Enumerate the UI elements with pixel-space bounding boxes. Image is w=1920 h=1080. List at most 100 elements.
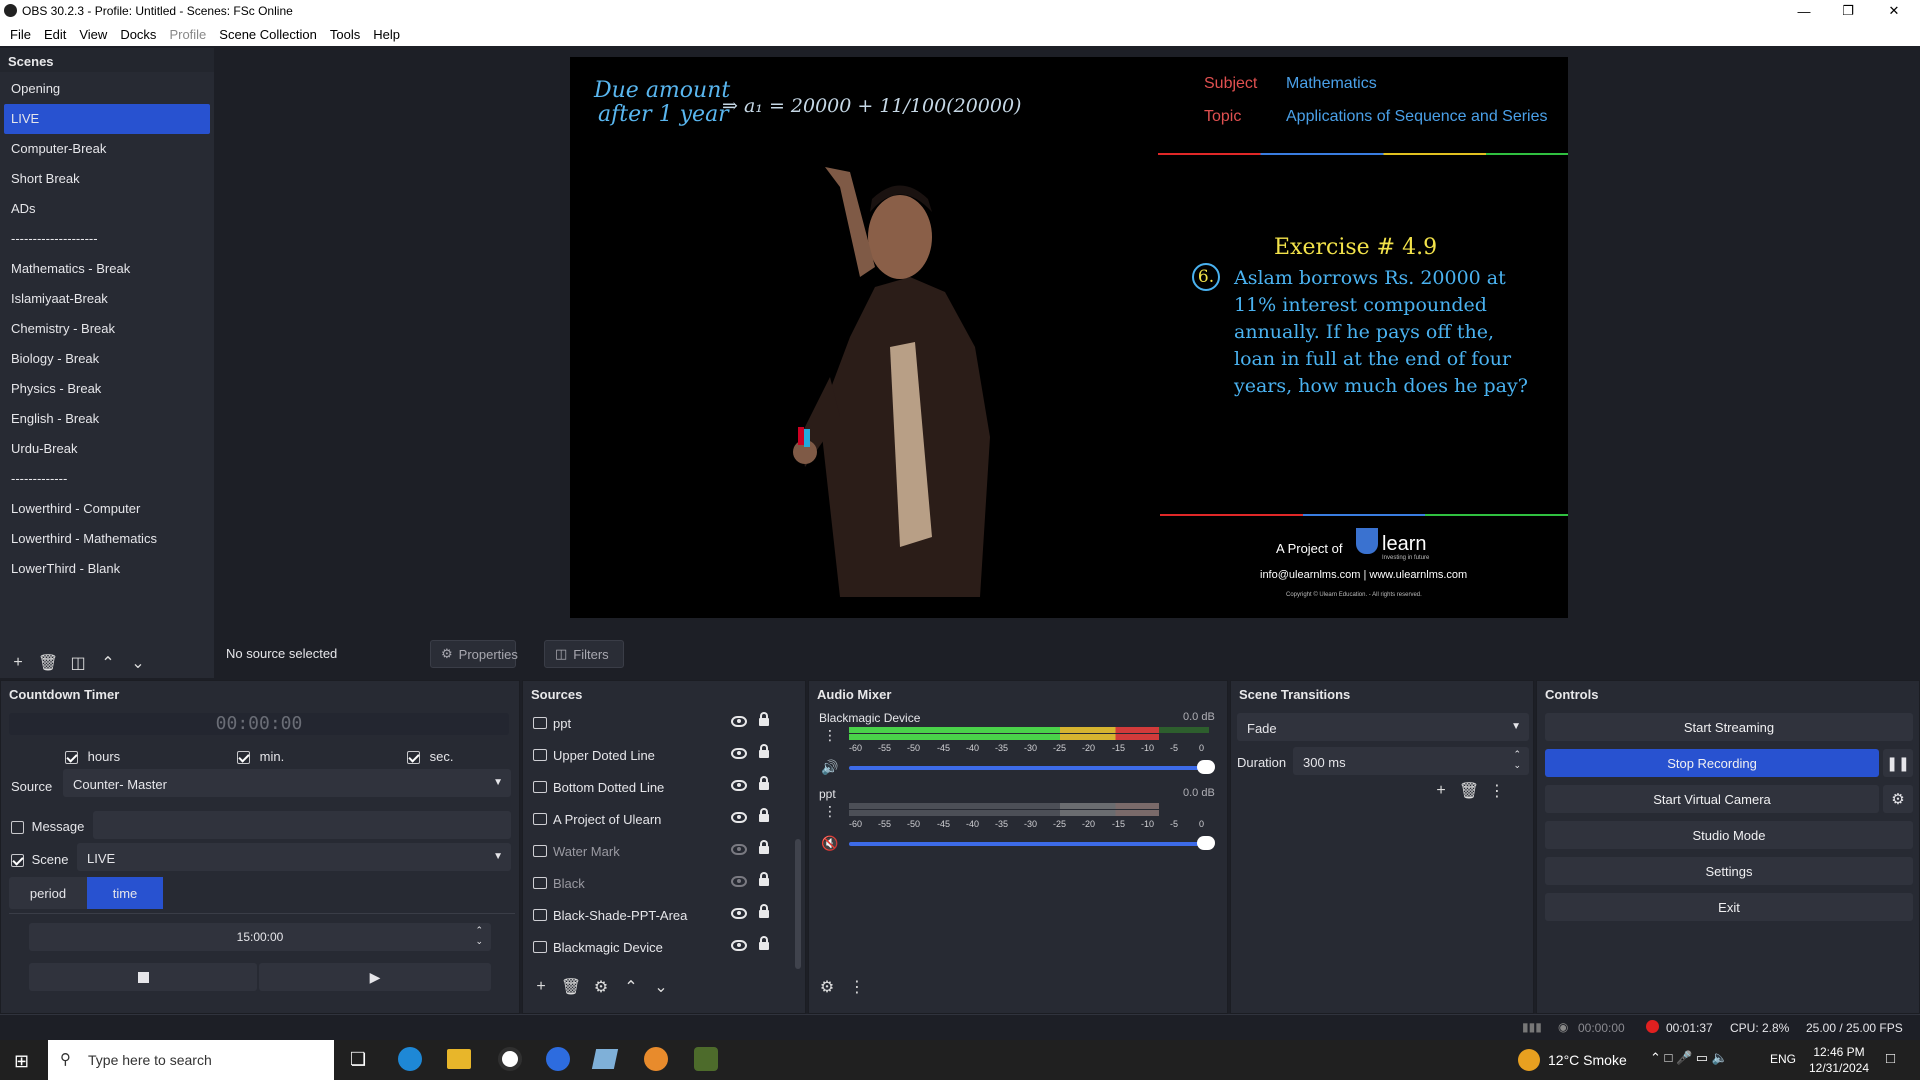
lock-icon[interactable] xyxy=(759,840,769,854)
source-properties-icon[interactable]: ⚙ xyxy=(591,977,611,997)
scene-item[interactable]: LowerThird - Blank xyxy=(0,554,214,584)
menu-file[interactable]: File xyxy=(10,27,40,42)
scene-item[interactable]: ADs xyxy=(0,194,214,224)
studio-mode-button[interactable]: Studio Mode xyxy=(1545,821,1913,849)
speaker-icon[interactable]: 🔊 xyxy=(821,759,838,776)
menu-view[interactable]: View xyxy=(79,27,116,42)
duration-spinbox[interactable]: 300 ms ⌃ ⌄ xyxy=(1293,747,1529,775)
eye-icon[interactable] xyxy=(731,812,747,823)
eye-hidden-icon[interactable] xyxy=(731,844,747,855)
scene-item[interactable]: Urdu-Break xyxy=(0,434,214,464)
clock[interactable]: 12:46 PM 12/31/2024 xyxy=(1804,1044,1874,1076)
eye-hidden-icon[interactable] xyxy=(731,876,747,887)
tab-time[interactable]: time xyxy=(87,877,163,909)
filters-button[interactable]: ◫ Filters xyxy=(544,640,624,668)
eye-icon[interactable] xyxy=(731,716,747,727)
remove-transition-icon[interactable]: 🗑 xyxy=(1459,781,1479,801)
menu-docks[interactable]: Docks xyxy=(120,27,165,42)
lock-icon[interactable] xyxy=(759,808,769,822)
scene-item[interactable]: Short Break xyxy=(0,164,214,194)
scene-item-selected[interactable]: LIVE xyxy=(4,104,210,134)
menu-help[interactable]: Help xyxy=(373,27,409,42)
scene-item[interactable]: Islamiyaat-Break xyxy=(0,284,214,314)
remove-source-icon[interactable]: 🗑 xyxy=(561,977,581,997)
close-icon[interactable]: ✕ xyxy=(1872,0,1916,22)
scene-item[interactable]: Computer-Break xyxy=(0,134,214,164)
scene-item[interactable]: Biology - Break xyxy=(0,344,214,374)
kebab-menu-icon[interactable]: ⋮ xyxy=(1487,781,1507,801)
notepad-icon[interactable] xyxy=(591,1049,619,1069)
source-item[interactable]: Black-Shade-PPT-Area xyxy=(523,899,805,931)
eye-icon[interactable] xyxy=(731,940,747,951)
language-indicator[interactable]: ENG xyxy=(1770,1052,1796,1066)
scene-filters-icon[interactable]: ◫ xyxy=(68,653,88,673)
menu-tools[interactable]: Tools xyxy=(330,27,369,42)
source-item[interactable]: Water Mark xyxy=(523,835,805,867)
source-item[interactable]: A Project of Ulearn xyxy=(523,803,805,835)
source-dropdown[interactable]: Counter- Master ▼ xyxy=(63,769,511,797)
notification-icon[interactable]: □ xyxy=(1886,1050,1895,1067)
move-up-icon[interactable]: ⌃ xyxy=(621,977,641,997)
scene-item[interactable]: -------------------- xyxy=(0,224,214,254)
lock-icon[interactable] xyxy=(759,904,769,918)
source-item[interactable]: ppt xyxy=(523,707,805,739)
eye-icon[interactable] xyxy=(731,748,747,759)
scene-item[interactable]: Lowerthird - Computer xyxy=(0,494,214,524)
vlc-icon[interactable] xyxy=(644,1047,668,1071)
scene-item[interactable]: Lowerthird - Mathematics xyxy=(0,524,214,554)
exit-button[interactable]: Exit xyxy=(1545,893,1913,921)
play-button[interactable]: ▶ xyxy=(259,963,491,991)
lock-icon[interactable] xyxy=(759,744,769,758)
add-transition-icon[interactable]: + xyxy=(1431,781,1451,801)
scene-item[interactable]: ------------- xyxy=(0,464,214,494)
kebab-menu-icon[interactable]: ⋮ xyxy=(823,727,837,744)
settings-button[interactable]: Settings xyxy=(1545,857,1913,885)
tab-period[interactable]: period xyxy=(9,877,87,909)
source-item[interactable]: Bottom Dotted Line xyxy=(523,771,805,803)
add-source-icon[interactable]: + xyxy=(531,977,551,997)
kebab-menu-icon[interactable]: ⋮ xyxy=(847,977,867,997)
hours-checkbox[interactable]: hours xyxy=(65,749,120,765)
app-icon[interactable] xyxy=(694,1047,718,1071)
lock-icon[interactable] xyxy=(759,872,769,886)
weather-text[interactable]: 12°C Smoke xyxy=(1548,1052,1627,1068)
move-up-icon[interactable]: ⌃ xyxy=(98,653,118,673)
time-spinbox[interactable]: 15:00:00 ⌃ ⌄ xyxy=(29,923,491,951)
scene-item[interactable]: Physics - Break xyxy=(0,374,214,404)
min-checkbox[interactable]: min. xyxy=(237,749,284,765)
advanced-audio-icon[interactable]: ⚙ xyxy=(817,977,837,997)
remove-scene-icon[interactable]: 🗑 xyxy=(38,653,58,673)
program-preview[interactable]: Due amount after 1 year ⇒ a₁ = 20000 + 1… xyxy=(570,57,1568,618)
start-streaming-button[interactable]: Start Streaming xyxy=(1545,713,1913,741)
scene-item[interactable]: Chemistry - Break xyxy=(0,314,214,344)
taskbar-search[interactable]: ⚲ Type here to search xyxy=(48,1040,334,1080)
message-input[interactable] xyxy=(93,811,511,839)
windows-start-icon[interactable]: ⊞ xyxy=(14,1051,29,1072)
menu-scene-collection[interactable]: Scene Collection xyxy=(219,27,326,42)
maximize-icon[interactable]: ❐ xyxy=(1826,0,1870,22)
eye-icon[interactable] xyxy=(731,780,747,791)
lock-icon[interactable] xyxy=(759,776,769,790)
source-item[interactable]: Blackmagic Device xyxy=(523,931,805,963)
kebab-menu-icon[interactable]: ⋮ xyxy=(823,803,837,820)
scene-item[interactable]: Mathematics - Break xyxy=(0,254,214,284)
sec-checkbox[interactable]: sec. xyxy=(407,749,453,765)
volume-slider[interactable] xyxy=(849,766,1205,770)
source-item[interactable]: Black xyxy=(523,867,805,899)
speaker-muted-icon[interactable]: 🔇 xyxy=(821,835,838,852)
file-explorer-icon[interactable] xyxy=(447,1049,471,1069)
volume-slider-handle[interactable] xyxy=(1197,836,1215,850)
pause-icon[interactable]: ❚❚ xyxy=(1883,749,1913,777)
eye-icon[interactable] xyxy=(731,908,747,919)
move-down-icon[interactable]: ⌄ xyxy=(651,977,671,997)
zoom-icon[interactable] xyxy=(546,1047,570,1071)
minimize-icon[interactable]: — xyxy=(1782,0,1826,22)
stop-recording-button[interactable]: Stop Recording xyxy=(1545,749,1879,777)
message-checkbox[interactable]: Message xyxy=(11,819,84,835)
menu-edit[interactable]: Edit xyxy=(44,27,75,42)
scene-dropdown[interactable]: LIVE ▼ xyxy=(77,843,511,871)
scene-checkbox[interactable]: Scene xyxy=(11,852,69,868)
add-scene-icon[interactable]: + xyxy=(8,653,28,673)
task-view-icon[interactable]: ❏ xyxy=(350,1049,366,1070)
gear-icon[interactable]: ⚙ xyxy=(1883,785,1913,813)
